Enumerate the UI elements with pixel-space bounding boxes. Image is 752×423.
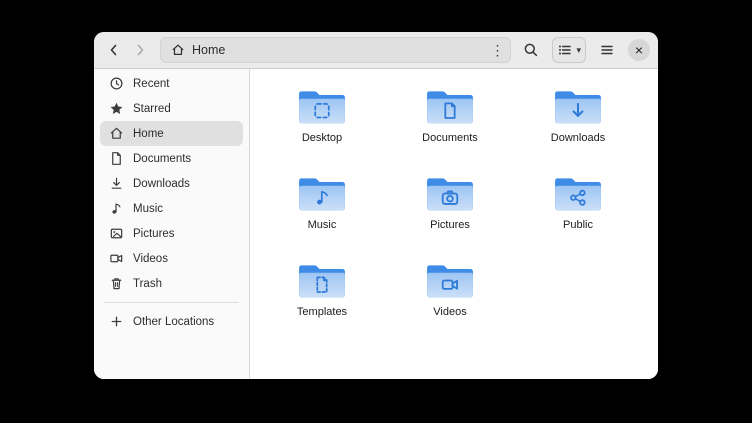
sidebar-item-home[interactable]: Home [100,121,243,146]
sidebar-item-label: Videos [133,253,168,265]
list-view-icon [557,42,573,58]
sidebar-item-label: Documents [133,153,191,165]
nav-buttons [102,38,152,62]
sidebar-item-other-locations[interactable]: Other Locations [100,309,243,334]
path-more-menu-button[interactable]: ⋮ [486,39,508,61]
sidebar-item-documents[interactable]: Documents [100,146,243,171]
forward-button[interactable] [128,38,152,62]
clock-icon [109,76,124,91]
folder-item-music[interactable]: Music [270,172,374,231]
sidebar-item-label: Trash [133,278,162,290]
folder-label: Videos [433,306,466,318]
folder-label: Public [563,219,593,231]
file-manager-window: Home ⋮ ▾ [94,32,658,379]
sidebar-item-pictures[interactable]: Pictures [100,221,243,246]
current-location-label: Home [192,43,225,57]
sidebar-item-music[interactable]: Music [100,196,243,221]
sidebar-item-downloads[interactable]: Downloads [100,171,243,196]
sidebar-item-label: Other Locations [133,316,214,328]
sidebar-item-trash[interactable]: Trash [100,271,243,296]
folder-view[interactable]: Desktop Documents [250,69,658,379]
music-note-icon [109,201,124,216]
hamburger-icon [599,42,615,58]
main-menu-button[interactable] [595,38,619,62]
sidebar-item-starred[interactable]: Starred [100,96,243,121]
header-controls: ▾ × [519,37,650,63]
folder-label: Pictures [430,219,470,231]
sidebar-item-videos[interactable]: Videos [100,246,243,271]
home-icon [171,43,185,57]
sidebar-item-label: Home [133,128,164,140]
sidebar-item-label: Starred [133,103,171,115]
sidebar-item-label: Pictures [133,228,175,240]
picture-icon [109,226,124,241]
folder-item-pictures[interactable]: Pictures [398,172,502,231]
folder-grid: Desktop Documents [263,85,658,318]
folder-icon [425,172,475,214]
folder-item-documents[interactable]: Documents [398,85,502,144]
folder-icon [425,85,475,127]
folder-icon [553,172,603,214]
folder-label: Downloads [551,132,605,144]
trash-icon [109,276,124,291]
folder-label: Music [308,219,337,231]
folder-item-downloads[interactable]: Downloads [526,85,630,144]
chevron-left-icon [106,42,122,58]
header-bar: Home ⋮ ▾ [94,32,658,69]
sidebar-item-label: Downloads [133,178,190,190]
folder-item-videos[interactable]: Videos [398,259,502,318]
folder-item-public[interactable]: Public [526,172,630,231]
folder-label: Desktop [302,132,342,144]
document-icon [109,151,124,166]
search-button[interactable] [519,38,543,62]
search-icon [523,42,539,58]
video-icon [109,251,124,266]
folder-icon [297,259,347,301]
sidebar: Recent Starred Home [94,69,250,379]
chevron-down-icon: ▾ [576,46,581,55]
back-button[interactable] [102,38,126,62]
desktop-background: Home ⋮ ▾ [0,0,752,423]
home-icon [109,126,124,141]
plus-icon [109,314,124,329]
folder-label: Documents [422,132,478,144]
folder-item-templates[interactable]: Templates [270,259,374,318]
path-bar[interactable]: Home ⋮ [160,37,511,63]
view-toggle-button[interactable]: ▾ [552,37,586,63]
sidebar-item-label: Recent [133,78,169,90]
star-icon [109,101,124,116]
sidebar-separator [104,302,239,303]
folder-icon [553,85,603,127]
folder-label: Templates [297,306,347,318]
folder-icon [425,259,475,301]
window-body: Recent Starred Home [94,69,658,379]
folder-item-desktop[interactable]: Desktop [270,85,374,144]
chevron-right-icon [132,42,148,58]
download-icon [109,176,124,191]
sidebar-item-recent[interactable]: Recent [100,71,243,96]
folder-icon [297,172,347,214]
folder-icon [297,85,347,127]
sidebar-item-label: Music [133,203,163,215]
close-button[interactable]: × [628,39,650,61]
